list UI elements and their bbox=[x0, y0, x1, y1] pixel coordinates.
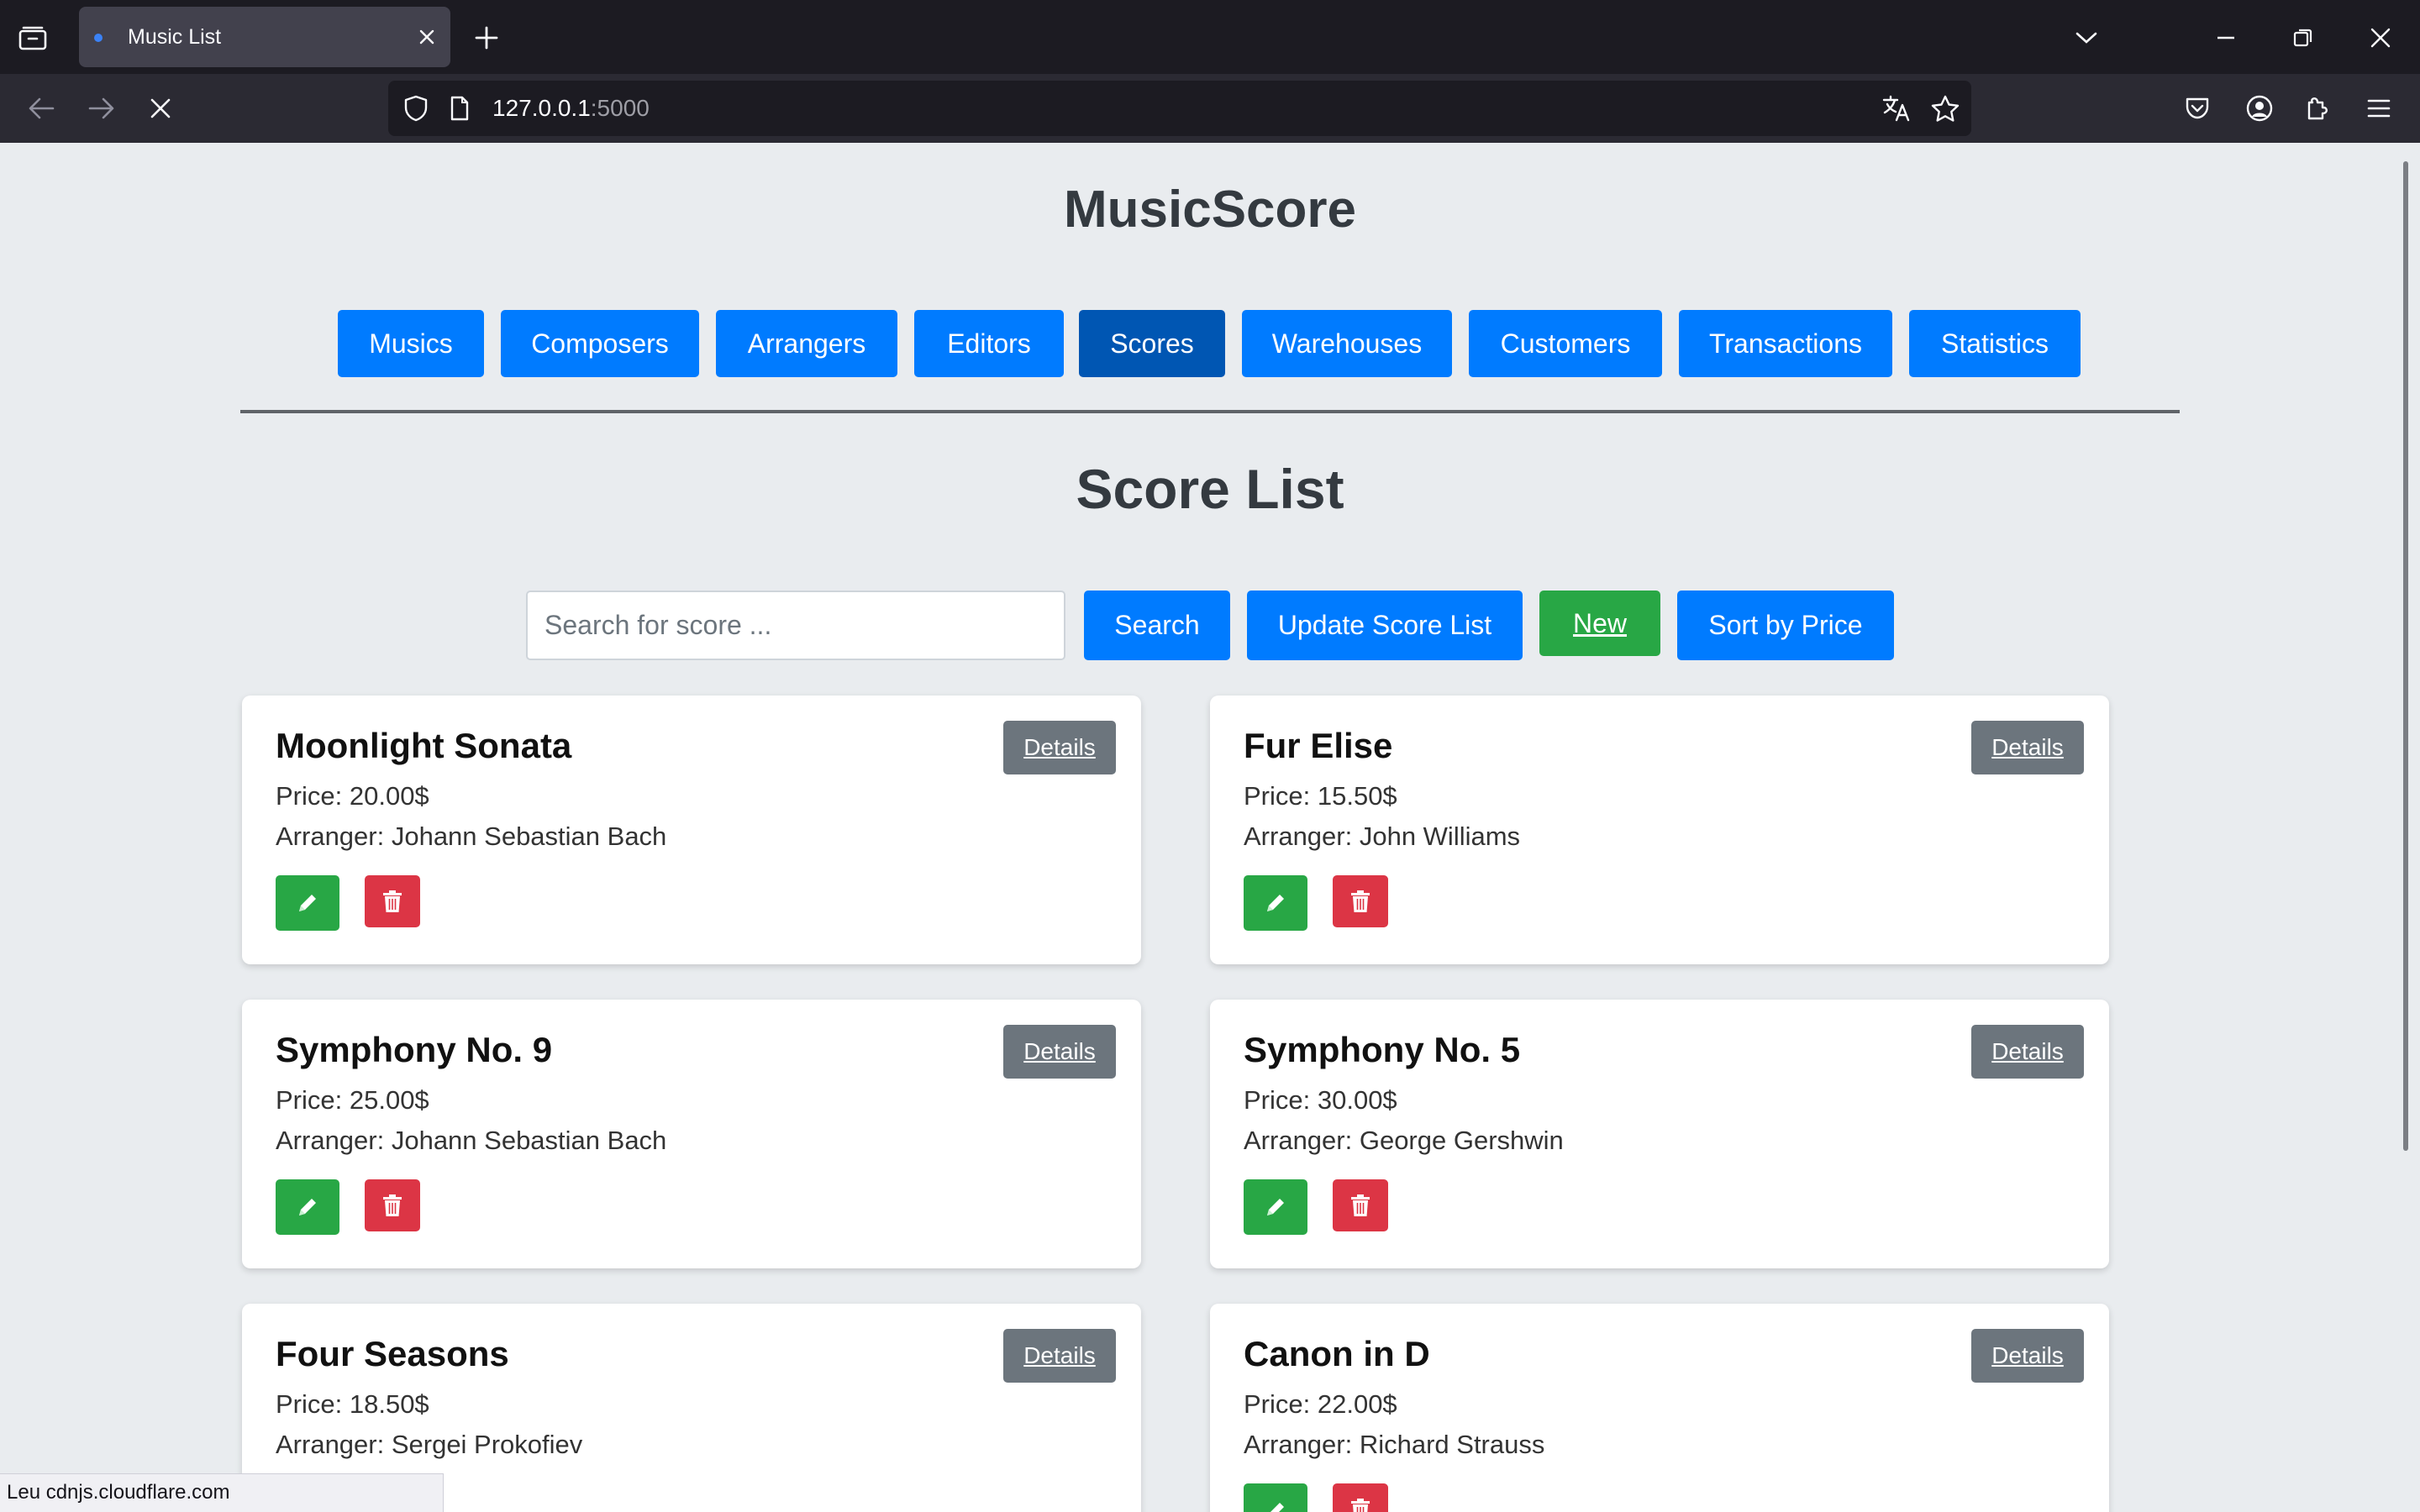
page-content: MusicScore Musics Composers Arrangers Ed… bbox=[0, 143, 2393, 1512]
score-card: Symphony No. 9 Price: 25.00$ Arranger: J… bbox=[242, 1000, 1141, 1268]
tab-loading-icon bbox=[94, 34, 103, 42]
nav-statistics-button[interactable]: Statistics bbox=[1909, 310, 2081, 377]
extensions-icon[interactable] bbox=[2299, 89, 2338, 128]
minimize-icon[interactable] bbox=[2207, 18, 2245, 57]
url-bar[interactable]: 127.0.0.1:5000 bbox=[388, 81, 1971, 136]
trash-icon bbox=[383, 890, 402, 912]
details-button[interactable]: Details bbox=[1003, 721, 1116, 774]
score-card: Canon in D Price: 22.00$ Arranger: Richa… bbox=[1210, 1304, 2109, 1512]
nav-customers-button[interactable]: Customers bbox=[1469, 310, 1662, 377]
pencil-icon bbox=[1267, 1199, 1284, 1215]
score-arranger: Arranger: John Williams bbox=[1244, 822, 1521, 851]
stop-loading-icon[interactable] bbox=[141, 89, 180, 128]
tab-manager-icon[interactable] bbox=[13, 18, 52, 57]
trash-icon bbox=[383, 1194, 402, 1216]
score-title: Four Seasons bbox=[276, 1334, 509, 1373]
delete-button[interactable] bbox=[1333, 875, 1388, 927]
score-card: Symphony No. 5 Price: 30.00$ Arranger: G… bbox=[1210, 1000, 2109, 1268]
pencil-icon bbox=[299, 895, 316, 911]
score-price: Price: 22.00$ bbox=[1244, 1389, 1397, 1419]
score-arranger: Arranger: Richard Strauss bbox=[1244, 1430, 1545, 1459]
edit-button[interactable] bbox=[1244, 875, 1307, 931]
score-title: Symphony No. 5 bbox=[1244, 1030, 1521, 1069]
details-button[interactable]: Details bbox=[1971, 1329, 2084, 1383]
edit-button[interactable] bbox=[1244, 1179, 1307, 1235]
menu-icon[interactable] bbox=[2360, 89, 2398, 128]
nav-editors-button[interactable]: Editors bbox=[914, 310, 1064, 377]
score-card: Fur Elise Price: 15.50$ Arranger: John W… bbox=[1210, 696, 2109, 964]
score-price: Price: 20.00$ bbox=[276, 781, 429, 811]
score-price: Price: 30.00$ bbox=[1244, 1085, 1397, 1115]
score-arranger: Arranger: Sergei Prokofiev bbox=[276, 1430, 583, 1459]
edit-button[interactable] bbox=[276, 1179, 339, 1235]
close-icon[interactable] bbox=[415, 25, 439, 49]
back-icon[interactable] bbox=[22, 89, 60, 128]
page-icon bbox=[440, 89, 479, 128]
star-icon[interactable] bbox=[1926, 89, 1965, 128]
score-price: Price: 25.00$ bbox=[276, 1085, 429, 1115]
score-arranger: Arranger: Johann Sebastian Bach bbox=[276, 822, 667, 851]
browser-tab-bar: Music List bbox=[0, 0, 2420, 74]
edit-button[interactable] bbox=[1244, 1483, 1307, 1512]
url-host: 127.0.0.1 bbox=[492, 95, 591, 121]
site-title: MusicScore bbox=[1063, 181, 1357, 239]
nav-composers-button[interactable]: Composers bbox=[501, 310, 699, 377]
trash-icon bbox=[1351, 1194, 1370, 1216]
details-button[interactable]: Details bbox=[1003, 1025, 1116, 1079]
edit-button[interactable] bbox=[276, 875, 339, 931]
pencil-icon bbox=[1270, 1503, 1284, 1512]
shield-icon[interactable] bbox=[397, 89, 435, 128]
nav-scores-button[interactable]: Scores bbox=[1079, 310, 1225, 377]
score-title: Fur Elise bbox=[1244, 726, 1393, 765]
page-title: Score List bbox=[1076, 458, 1344, 520]
nav-arrangers-button[interactable]: Arrangers bbox=[716, 310, 897, 377]
pencil-icon bbox=[1267, 895, 1284, 911]
forward-icon[interactable] bbox=[82, 89, 121, 128]
chevron-down-icon[interactable] bbox=[2067, 18, 2106, 57]
search-input[interactable] bbox=[526, 591, 1065, 660]
delete-button[interactable] bbox=[1333, 1483, 1388, 1512]
nav-warehouses-button[interactable]: Warehouses bbox=[1242, 310, 1452, 377]
details-button[interactable]: Details bbox=[1971, 721, 2084, 774]
score-title: Moonlight Sonata bbox=[276, 726, 572, 765]
nav-musics-button[interactable]: Musics bbox=[338, 310, 484, 377]
score-price: Price: 15.50$ bbox=[1244, 781, 1397, 811]
details-button[interactable]: Details bbox=[1003, 1329, 1116, 1383]
nav-transactions-button[interactable]: Transactions bbox=[1679, 310, 1892, 377]
divider bbox=[240, 410, 2180, 413]
browser-tab[interactable]: Music List bbox=[79, 7, 450, 67]
score-title: Canon in D bbox=[1244, 1334, 1430, 1373]
score-arranger: Arranger: Johann Sebastian Bach bbox=[276, 1126, 667, 1155]
update-score-list-button[interactable]: Update Score List bbox=[1247, 591, 1523, 660]
pocket-icon[interactable] bbox=[2178, 89, 2217, 128]
search-button[interactable]: Search bbox=[1084, 591, 1230, 660]
trash-icon bbox=[1351, 890, 1370, 912]
new-button[interactable]: New bbox=[1539, 591, 1660, 656]
url-port: :5000 bbox=[590, 95, 650, 121]
restore-icon[interactable] bbox=[2284, 18, 2323, 57]
translate-icon[interactable] bbox=[1877, 89, 1916, 128]
score-card: Moonlight Sonata Price: 20.00$ Arranger:… bbox=[242, 696, 1141, 964]
tab-title: Music List bbox=[128, 25, 222, 49]
url-text[interactable]: 127.0.0.1:5000 bbox=[492, 95, 650, 122]
score-arranger: Arranger: George Gershwin bbox=[1244, 1126, 1564, 1155]
page-scrollbar[interactable] bbox=[2393, 143, 2420, 1512]
window-close-icon[interactable] bbox=[2361, 18, 2400, 57]
browser-toolbar: 127.0.0.1:5000 bbox=[0, 74, 2420, 143]
delete-button[interactable] bbox=[1333, 1179, 1388, 1231]
plus-icon[interactable] bbox=[469, 20, 504, 55]
sort-by-price-button[interactable]: Sort by Price bbox=[1677, 591, 1894, 660]
delete-button[interactable] bbox=[365, 1179, 420, 1231]
score-title: Symphony No. 9 bbox=[276, 1030, 553, 1069]
details-button[interactable]: Details bbox=[1971, 1025, 2084, 1079]
pencil-icon bbox=[299, 1199, 316, 1215]
trash-icon bbox=[1351, 1499, 1370, 1512]
delete-button[interactable] bbox=[365, 875, 420, 927]
account-icon[interactable] bbox=[2240, 89, 2279, 128]
scrollbar-thumb[interactable] bbox=[2403, 161, 2408, 1151]
status-bar: Leu cdnjs.cloudflare.com bbox=[0, 1473, 444, 1512]
score-price: Price: 18.50$ bbox=[276, 1389, 429, 1419]
